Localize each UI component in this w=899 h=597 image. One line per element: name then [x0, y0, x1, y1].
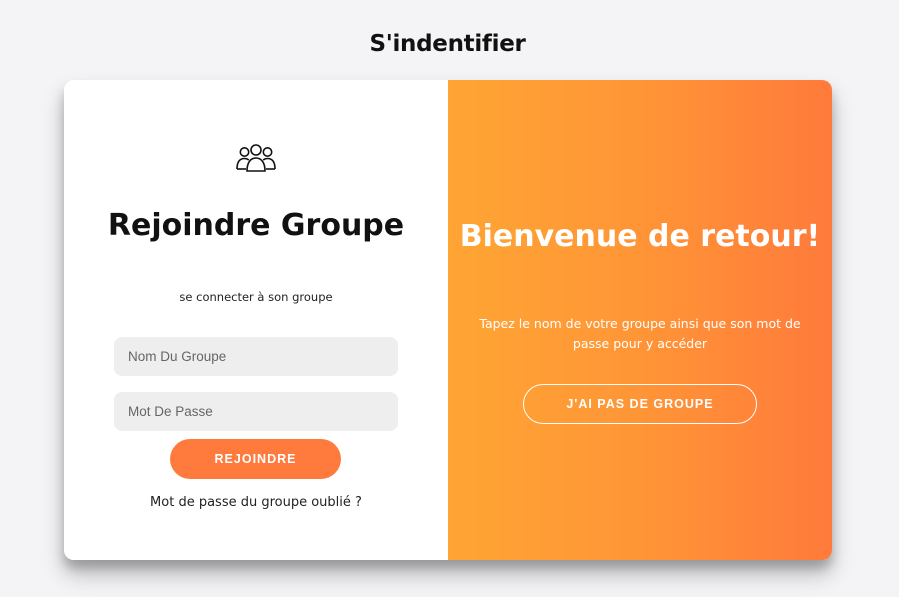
welcome-panel: Bienvenue de retour! Tapez le nom de vot… [448, 80, 832, 560]
join-group-subtitle: se connecter à son groupe [179, 290, 333, 304]
welcome-text: Tapez le nom de votre groupe ainsi que s… [479, 316, 801, 351]
forgot-password-link[interactable]: Mot de passe du groupe oublié ? [64, 495, 448, 510]
join-group-panel: Rejoindre Groupe se connecter à son grou… [64, 80, 448, 560]
join-button[interactable]: REJOINDRE [170, 439, 341, 479]
users-group-icon [236, 144, 276, 172]
group-name-input[interactable] [114, 337, 398, 376]
no-group-button[interactable]: J'AI PAS DE GROUPE [523, 384, 757, 424]
login-card: Rejoindre Groupe se connecter à son grou… [64, 80, 832, 560]
welcome-heading: Bienvenue de retour! [459, 219, 821, 254]
join-group-heading: Rejoindre Groupe [107, 208, 405, 243]
page-title: S'indentifier [369, 31, 526, 57]
group-password-input[interactable] [114, 392, 398, 431]
